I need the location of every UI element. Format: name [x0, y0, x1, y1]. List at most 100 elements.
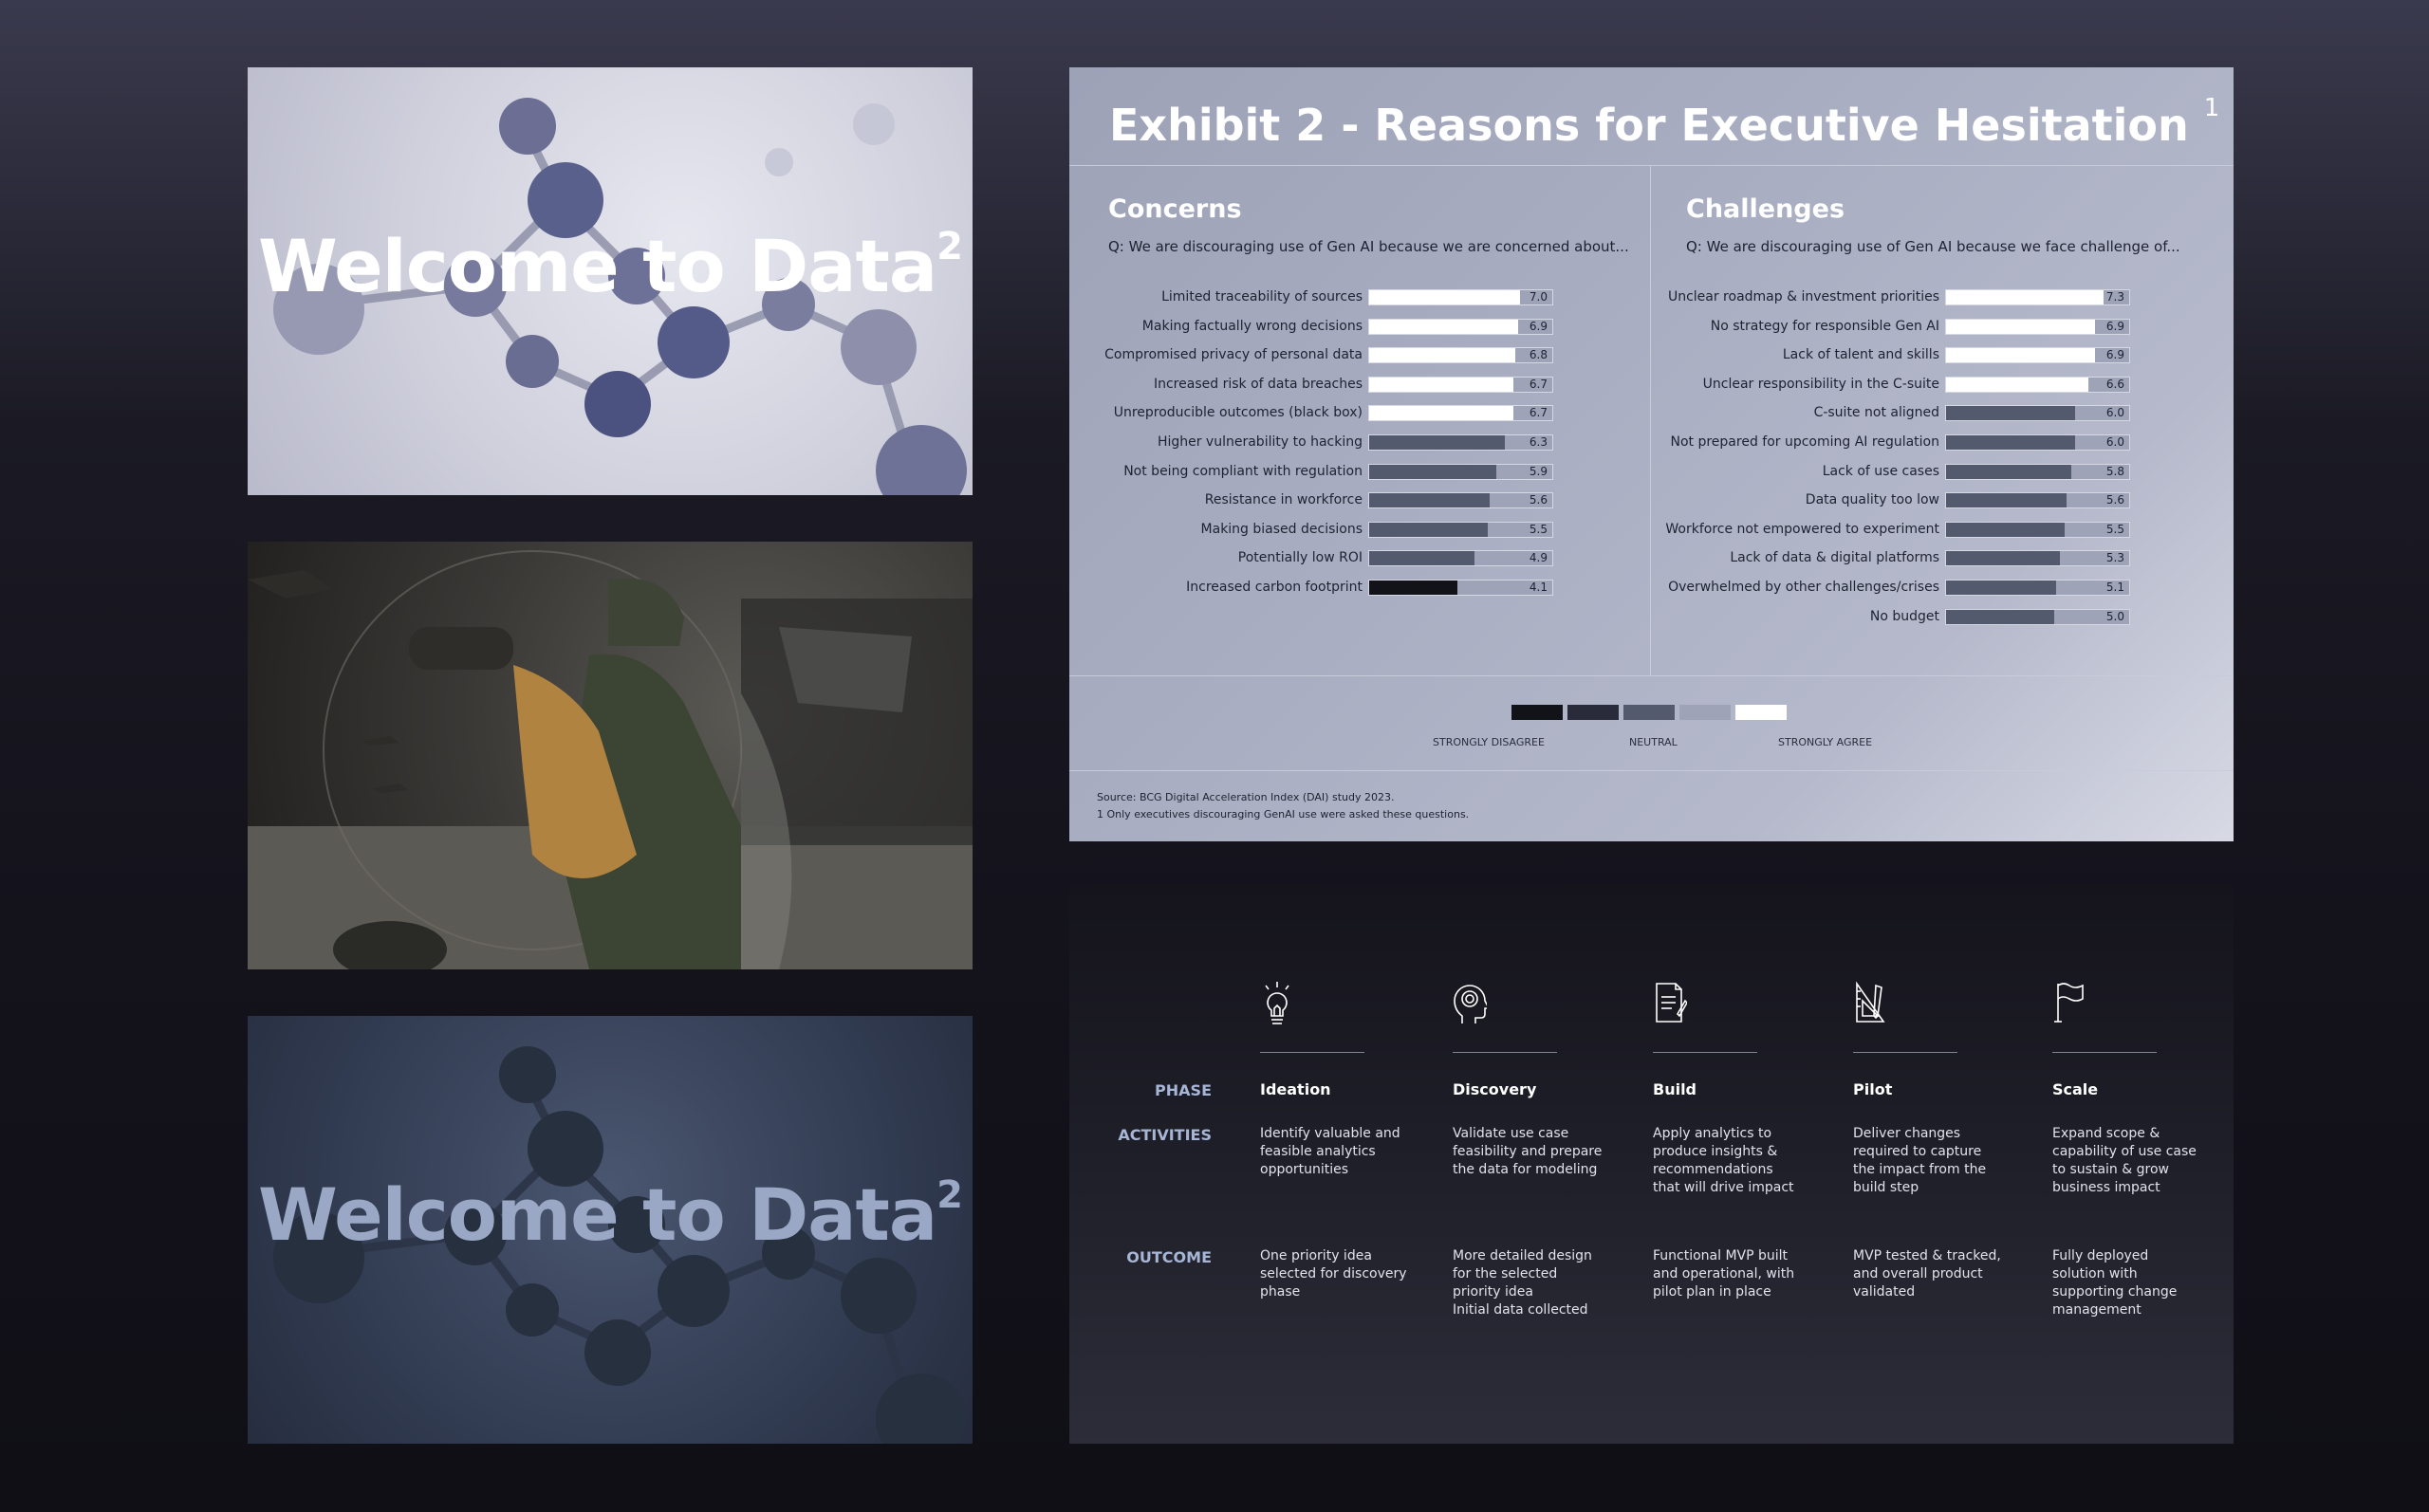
challenges-bar: [1946, 435, 2076, 450]
challenges-value: 6.0: [2105, 406, 2124, 420]
flag-icon: [2054, 983, 2084, 1023]
document-pen-icon: [1656, 983, 1687, 1023]
legend-swatch: [1567, 705, 1619, 720]
challenges-bar-track: 6.6: [1945, 376, 2130, 393]
challenges-value: 5.6: [2105, 493, 2124, 507]
divider: [1853, 1052, 1957, 1053]
challenges-bar-track: 5.1: [1945, 580, 2130, 596]
challenges-value: 6.0: [2105, 435, 2124, 449]
challenges-label: No strategy for responsible Gen AI: [1710, 318, 1939, 334]
challenges-bar-track: 6.9: [1945, 318, 2130, 335]
row-label-activities: ACTIVITIES: [1118, 1126, 1212, 1144]
challenges-bar: [1946, 493, 2067, 508]
challenges-bar: [1946, 522, 2065, 537]
phases-slide[interactable]: PHASE ACTIVITIES OUTCOME Ideation Identi…: [1069, 885, 2234, 1444]
phase-outcome: More detailed design for the selected pr…: [1453, 1248, 1592, 1318]
challenges-bar: [1946, 551, 2061, 566]
challenges-value: 5.3: [2105, 551, 2124, 565]
phase-outcome: Functional MVP built and operational, wi…: [1653, 1248, 1795, 1300]
phase-outcome: One priority idea selected for discovery…: [1260, 1248, 1407, 1300]
challenges-label: Lack of data & digital platforms: [1730, 550, 1939, 566]
challenges-heading: Challenges: [1686, 194, 1845, 224]
phase-name: Scale: [2052, 1080, 2099, 1098]
slide-thumbnail-soldier-image[interactable]: [248, 542, 973, 969]
phase-activities: Expand scope & capability of use case to…: [2052, 1126, 2197, 1195]
challenges-label: Unclear responsibility in the C-suite: [1702, 376, 1939, 392]
phase-activities: Validate use case feasibility and prepar…: [1453, 1126, 1603, 1177]
challenges-bar: [1946, 319, 2095, 334]
challenges-label: Unclear roadmap & investment priorities: [1667, 289, 1939, 304]
challenges-value: 6.6: [2105, 377, 2124, 391]
challenges-row: Unclear responsibility in the C-suite 6.6: [1069, 375, 2234, 394]
challenges-bar: [1946, 290, 2104, 304]
challenges-value: 6.9: [2105, 319, 2124, 333]
challenges-bar: [1946, 581, 2056, 595]
divider: [1069, 770, 2234, 771]
head-spiral-icon: [1454, 985, 1487, 1023]
soldier-binoculars-image: [248, 550, 973, 969]
phase-activities: Deliver changes required to capture the …: [1853, 1126, 1987, 1195]
divider: [2052, 1052, 2157, 1053]
challenges-bar: [1946, 406, 2076, 421]
legend-swatch: [1511, 705, 1563, 720]
footnote: 1 Only executives discouraging GenAI use…: [1097, 808, 1470, 821]
legend-label-neutral: NEUTRAL: [1629, 736, 1678, 748]
challenges-value: 7.3: [2105, 290, 2124, 304]
challenges-value: 6.9: [2105, 348, 2124, 362]
phase-name: Ideation: [1260, 1080, 1331, 1098]
slide-thumbnail-welcome-dark[interactable]: Welcome to Data2: [248, 1016, 973, 1444]
divider: [1069, 165, 2234, 166]
legend-swatch: [1735, 705, 1787, 720]
divider: [1069, 675, 2234, 676]
source-note: Source: BCG Digital Acceleration Index (…: [1097, 791, 1395, 803]
exhibit-slide[interactable]: Exhibit 2 - Reasons for Executive Hesita…: [1069, 67, 2234, 841]
challenges-row: Unclear roadmap & investment priorities 7…: [1069, 287, 2234, 306]
phase-outcome: MVP tested & tracked, and overall produc…: [1853, 1248, 2001, 1300]
phase-name: Build: [1653, 1080, 1697, 1098]
challenges-label: Lack of talent and skills: [1782, 347, 1939, 363]
concerns-question: Q: We are discouraging use of Gen AI bec…: [1108, 238, 1629, 255]
challenges-bar: [1946, 609, 2054, 624]
challenges-label: Data quality too low: [1805, 492, 1939, 508]
challenges-bar: [1946, 464, 2071, 479]
challenges-label: Lack of use cases: [1822, 463, 1939, 479]
legend-label-agree: STRONGLY AGREE: [1778, 736, 1873, 748]
divider: [1453, 1052, 1557, 1053]
challenges-value: 5.5: [2105, 522, 2124, 536]
challenges-bar-track: 6.9: [1945, 347, 2130, 364]
challenges-label: C-suite not aligned: [1813, 405, 1939, 421]
challenges-label: Not prepared for upcoming AI regulation: [1670, 434, 1939, 450]
challenges-bar: [1946, 348, 2095, 363]
challenges-row: Workforce not empowered to experiment 5.5: [1069, 520, 2234, 539]
challenges-row: Lack of talent and skills 6.9: [1069, 345, 2234, 364]
challenges-row: Lack of data & digital platforms 5.3: [1069, 548, 2234, 567]
phase-activities: Identify valuable and feasible analytics…: [1260, 1126, 1400, 1177]
challenges-question: Q: We are discouraging use of Gen AI bec…: [1686, 238, 2180, 255]
legend-swatch: [1623, 705, 1675, 720]
challenges-row: Data quality too low 5.6: [1069, 490, 2234, 509]
divider: [1653, 1052, 1757, 1053]
challenges-label: Workforce not empowered to experiment: [1665, 521, 1939, 537]
challenges-value: 5.1: [2105, 581, 2124, 594]
phase-activities: Apply analytics to produce insights & re…: [1653, 1126, 1794, 1195]
row-label-outcome: OUTCOME: [1126, 1248, 1212, 1266]
divider: [1260, 1052, 1364, 1053]
challenges-row: Lack of use cases 5.8: [1069, 462, 2234, 481]
challenges-value: 5.8: [2105, 464, 2124, 478]
challenges-value: 5.0: [2105, 609, 2124, 623]
challenges-row: C-suite not aligned 6.0: [1069, 403, 2234, 422]
challenges-bar: [1946, 377, 2088, 392]
phase-outcome: Fully deployed solution with supporting …: [2052, 1248, 2178, 1318]
challenges-row: No strategy for responsible Gen AI 6.9: [1069, 317, 2234, 336]
challenges-bar-track: 5.5: [1945, 521, 2130, 538]
exhibit-title: Exhibit 2 - Reasons for Executive Hesita…: [1109, 94, 2220, 151]
challenges-row: No budget 5.0: [1069, 607, 2234, 626]
slide-thumbnail-welcome-light[interactable]: Welcome to Data2: [248, 67, 973, 495]
legend-swatch: [1679, 705, 1731, 720]
challenges-bar-track: 6.0: [1945, 434, 2130, 451]
challenges-bar-track: 6.0: [1945, 405, 2130, 422]
phase-name: Discovery: [1453, 1080, 1537, 1098]
challenges-row: Overwhelmed by other challenges/crises 5.…: [1069, 578, 2234, 597]
challenges-label: No budget: [1869, 608, 1939, 624]
concerns-heading: Concerns: [1108, 194, 1242, 224]
